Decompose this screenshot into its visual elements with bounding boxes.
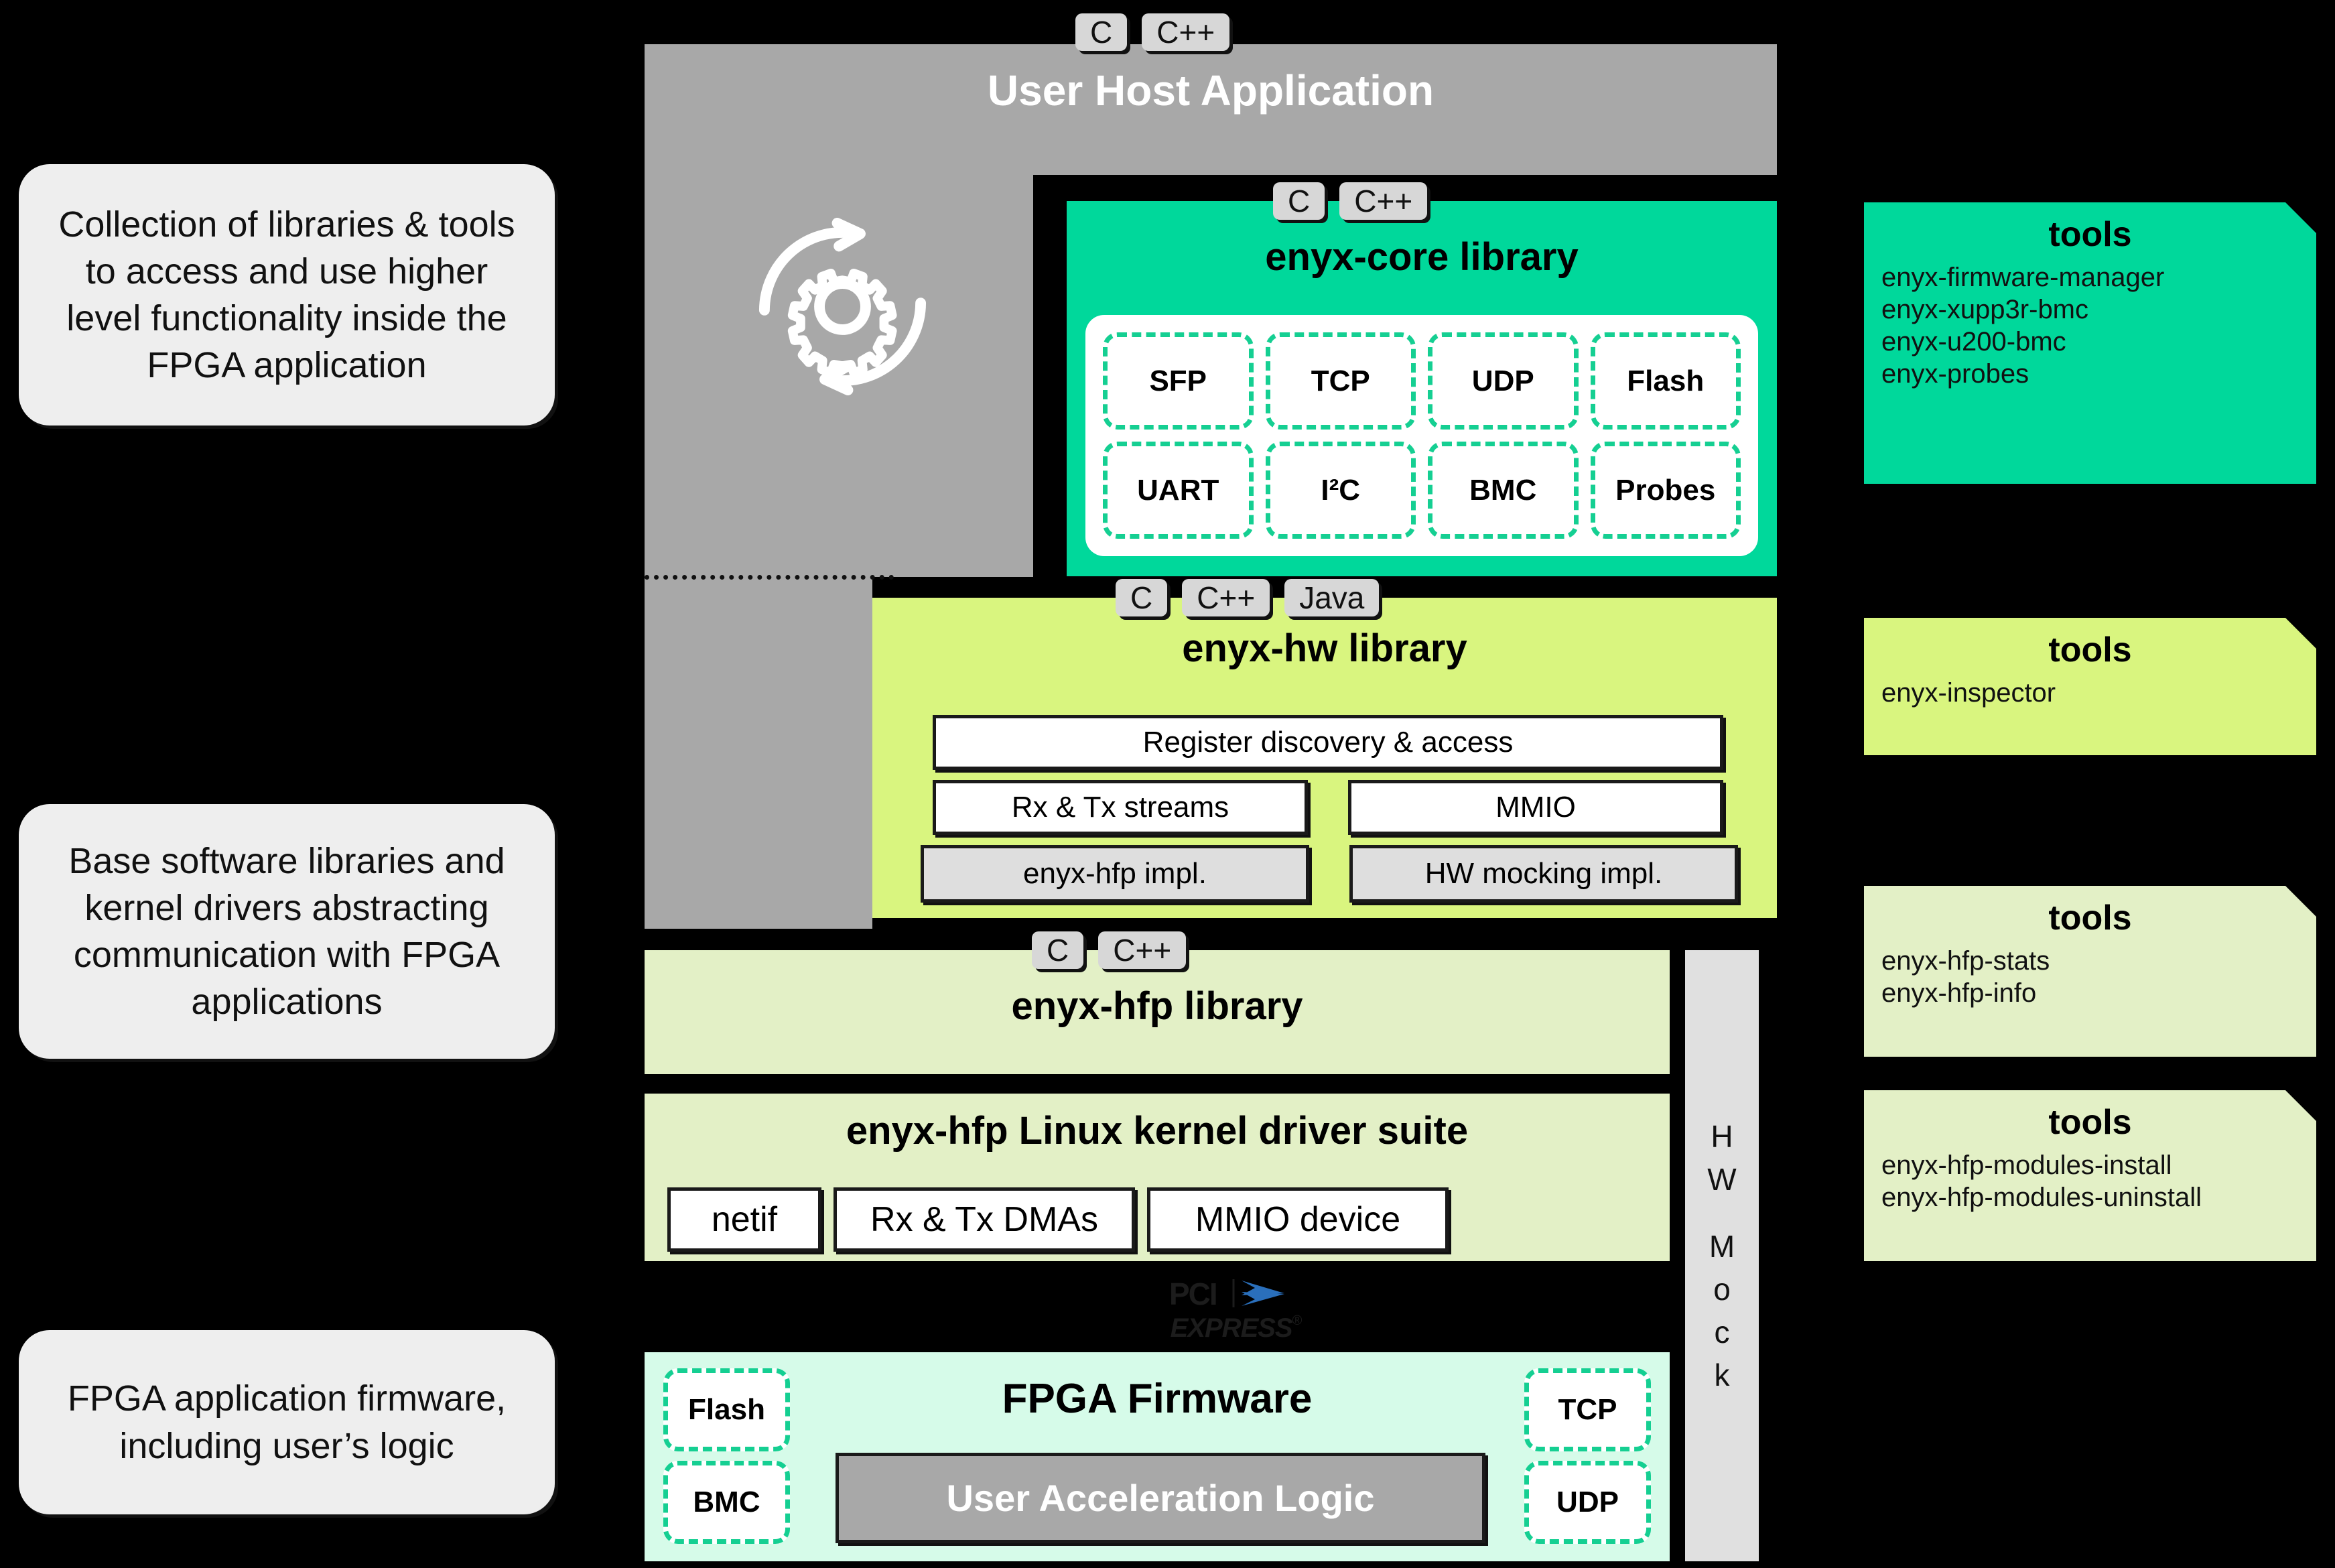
callout-text: Base software libraries and kernel drive… xyxy=(68,840,505,1023)
lang-chip-cpp: C++ xyxy=(1182,579,1270,616)
hw-mock-letter: o xyxy=(1713,1272,1731,1307)
kernel-suite-title: enyx-hfp Linux kernel driver suite xyxy=(846,1109,1469,1153)
tools-note-hw: tools enyx-inspector xyxy=(1864,618,2316,755)
callout-libraries-tools: Collection of libraries & tools to acces… xyxy=(19,164,555,426)
gear-sync-icon xyxy=(754,218,931,395)
lang-chip-cpp: C++ xyxy=(1098,931,1187,969)
core-module-uart: UART xyxy=(1103,442,1254,539)
user-acceleration-logic: User Acceleration Logic xyxy=(836,1453,1485,1543)
core-module-i2c: I²C xyxy=(1265,442,1416,539)
firmware-chip-flash: Flash xyxy=(663,1368,790,1451)
hw-mock-letter: W xyxy=(1707,1162,1737,1197)
pcie-express-text: EXPRESS xyxy=(1170,1313,1293,1343)
hfp-language-tags: C C++ xyxy=(1032,931,1187,969)
hw-rx-tx-streams: Rx & Tx streams xyxy=(933,780,1308,835)
hw-mock-letter: c xyxy=(1714,1315,1730,1350)
core-language-tags: C C++ xyxy=(1273,182,1428,220)
core-module-sfp: SFP xyxy=(1103,332,1254,430)
lang-chip-c: C xyxy=(1116,579,1168,616)
core-module-udp: UDP xyxy=(1428,332,1579,430)
tools-item: enyx-hfp-modules-uninstall xyxy=(1881,1183,2202,1212)
callout-base-software: Base software libraries and kernel drive… xyxy=(19,804,555,1059)
lang-chip-c: C xyxy=(1273,182,1325,220)
kernel-item-netif: netif xyxy=(667,1187,821,1252)
enyx-hfp-kernel-driver-suite: enyx-hfp Linux kernel driver suite netif… xyxy=(645,1094,1670,1261)
pci-express-logo: PCI EXPRESS ® xyxy=(1162,1277,1310,1344)
host-language-tags: C C++ xyxy=(1075,13,1230,51)
callout-text: Collection of libraries & tools to acces… xyxy=(58,204,515,386)
tools-item: enyx-xupp3r-bmc xyxy=(1881,295,2089,324)
kernel-item-mmio-device: MMIO device xyxy=(1147,1187,1449,1252)
enyx-core-title: enyx-core library xyxy=(1265,235,1579,279)
firmware-chip-bmc: BMC xyxy=(663,1461,790,1544)
svg-text:PCI: PCI xyxy=(1169,1277,1217,1311)
tools-item: enyx-u200-bmc xyxy=(1881,327,2066,356)
hw-mock-bar: H W M o c k xyxy=(1685,950,1759,1561)
enyx-core-library: enyx-core library SFP TCP UDP Flash UART… xyxy=(1067,201,1777,576)
hw-language-tags: C C++ Java xyxy=(1116,579,1380,616)
kernel-item-dmas: Rx & Tx DMAs xyxy=(833,1187,1135,1252)
hw-register-discovery: Register discovery & access xyxy=(933,715,1723,770)
firmware-chip-tcp: TCP xyxy=(1524,1368,1651,1451)
tools-item: enyx-inspector xyxy=(1881,678,2056,708)
callout-text: FPGA application firmware, including use… xyxy=(67,1378,507,1466)
firmware-chip-udp: UDP xyxy=(1524,1461,1651,1544)
page-title: User Host Application xyxy=(987,66,1435,115)
hw-mock-letter: H xyxy=(1711,1119,1733,1154)
host-dotted-divider xyxy=(645,575,894,580)
fpga-firmware: FPGA Firmware Flash BMC TCP UDP User Acc… xyxy=(645,1352,1670,1561)
tools-title: tools xyxy=(2048,631,2132,669)
callout-fpga-firmware: FPGA application firmware, including use… xyxy=(19,1330,555,1514)
tools-item: enyx-firmware-manager xyxy=(1881,263,2165,292)
enyx-hw-title: enyx-hw library xyxy=(1182,627,1467,670)
pcie-registered-mark: ® xyxy=(1292,1313,1303,1328)
hw-mock-letter: k xyxy=(1714,1358,1730,1392)
tools-item: enyx-hfp-modules-install xyxy=(1881,1151,2172,1180)
pci-express-mark: PCI xyxy=(1169,1277,1284,1311)
tools-item: enyx-probes xyxy=(1881,359,2029,389)
core-module-flash: Flash xyxy=(1590,332,1741,430)
core-module-probes: Probes xyxy=(1590,442,1741,539)
enyx-hw-library: enyx-hw library Register discovery & acc… xyxy=(872,598,1777,918)
enyx-hfp-library-title: enyx-hfp library xyxy=(1011,984,1303,1028)
lang-chip-c: C xyxy=(1032,931,1084,969)
lang-chip-c: C xyxy=(1075,13,1128,51)
tools-title: tools xyxy=(2048,1103,2132,1142)
hw-mock-letter: M xyxy=(1709,1229,1735,1264)
core-module-tcp: TCP xyxy=(1265,332,1416,430)
tools-note-hfp: tools enyx-hfp-stats enyx-hfp-info xyxy=(1864,886,2316,1057)
core-module-bmc: BMC xyxy=(1428,442,1579,539)
lang-chip-java: Java xyxy=(1284,579,1380,616)
tools-item: enyx-hfp-info xyxy=(1881,978,2037,1008)
fpga-firmware-title: FPGA Firmware xyxy=(1002,1376,1313,1422)
hw-mocking-impl: HW mocking impl. xyxy=(1349,845,1738,903)
lang-chip-cpp: C++ xyxy=(1142,13,1230,51)
tools-title: tools xyxy=(2048,215,2132,254)
hw-mmio: MMIO xyxy=(1348,780,1723,835)
hw-enyx-hfp-impl: enyx-hfp impl. xyxy=(921,845,1309,903)
lang-chip-cpp: C++ xyxy=(1339,182,1428,220)
tools-title: tools xyxy=(2048,899,2132,937)
enyx-core-modules-panel: SFP TCP UDP Flash UART I²C BMC Probes xyxy=(1085,315,1758,556)
tools-note-core: tools enyx-firmware-manager enyx-xupp3r-… xyxy=(1864,202,2316,484)
tools-note-modules: tools enyx-hfp-modules-install enyx-hfp-… xyxy=(1864,1090,2316,1261)
tools-item: enyx-hfp-stats xyxy=(1881,946,2050,976)
